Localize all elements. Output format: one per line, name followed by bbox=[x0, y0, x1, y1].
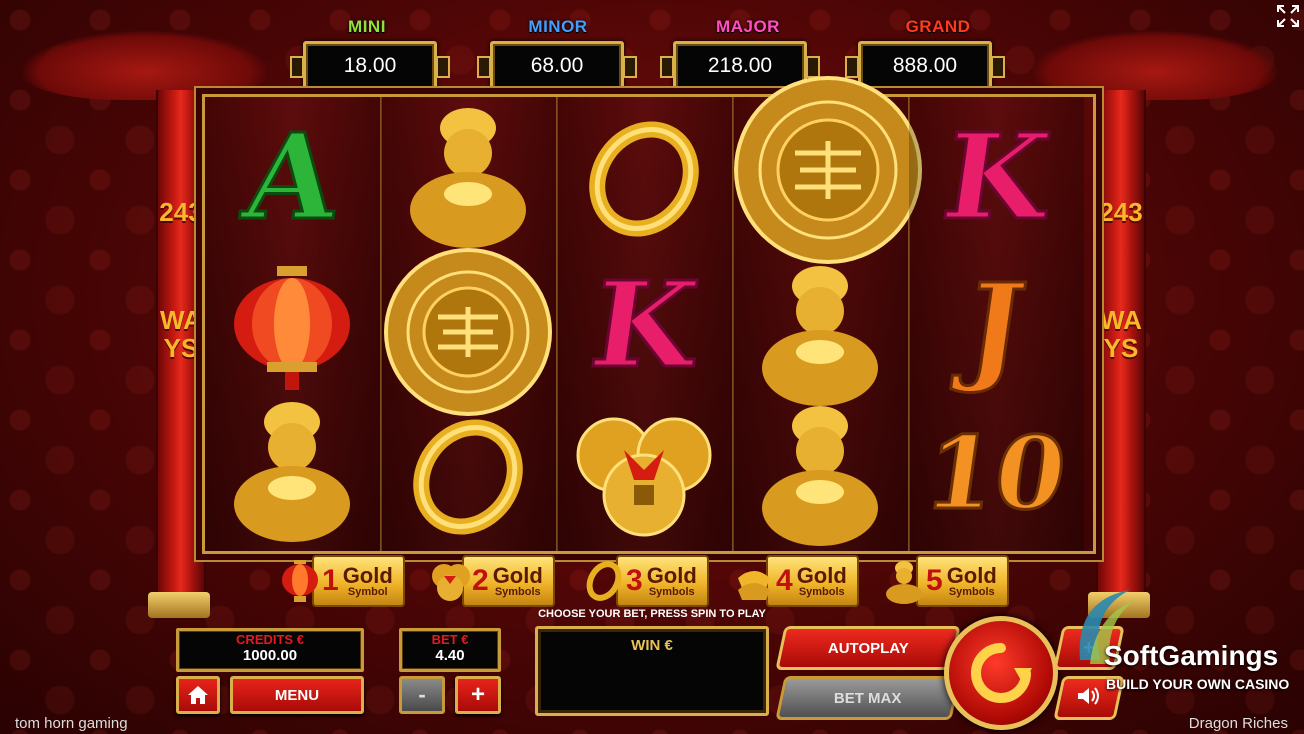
gold-ingots-icon bbox=[734, 558, 774, 604]
speaker-icon bbox=[1078, 687, 1099, 705]
jackpot-grand-label: GRAND bbox=[905, 17, 971, 36]
right-dragon-ornament bbox=[1030, 30, 1280, 100]
reel-3: K bbox=[557, 97, 734, 551]
reel-5: K J 10 bbox=[909, 97, 1084, 551]
symbol-letter-j: J bbox=[957, 256, 1035, 398]
gold-symbol-5: 5 Gold Symbols bbox=[884, 555, 1009, 607]
bet-value: 4.40 bbox=[435, 647, 465, 664]
gold-god-icon bbox=[745, 401, 895, 546]
left-pillar-base bbox=[148, 592, 210, 618]
symbol-letter-a: A bbox=[235, 106, 349, 248]
symbol-letter-k: K bbox=[582, 254, 707, 396]
credits-label: CREDITS € bbox=[236, 632, 304, 647]
softgamings-tagline: BUILD YOUR OWN CASINO bbox=[1106, 676, 1290, 692]
gold-medallion-icon bbox=[733, 75, 923, 265]
fullscreen-icon[interactable] bbox=[1276, 4, 1300, 28]
autoplay-button[interactable]: AUTOPLAY bbox=[775, 626, 961, 670]
spin-button[interactable] bbox=[944, 616, 1058, 730]
bet-increase-button[interactable]: + bbox=[455, 676, 501, 714]
game-title: Dragon Riches bbox=[1188, 715, 1288, 732]
spin-arrow-icon bbox=[971, 643, 1032, 703]
left-ways-word: WAYS bbox=[160, 305, 202, 363]
reel-4 bbox=[733, 76, 922, 551]
win-display: WIN € bbox=[535, 626, 769, 716]
bet-display: BET € 4.40 bbox=[399, 628, 501, 672]
gold-ring-icon bbox=[569, 109, 719, 249]
reel-1: A bbox=[205, 97, 382, 551]
gold-coins-icon bbox=[569, 405, 719, 545]
gold-symbol-3: 3 Gold Symbols bbox=[584, 555, 709, 607]
instructions-text: CHOOSE YOUR BET, PRESS SPIN TO PLAY bbox=[538, 608, 766, 620]
gold-god-icon bbox=[217, 397, 367, 542]
left-ways-number: 243 bbox=[159, 197, 203, 227]
gold-ring-icon bbox=[393, 407, 543, 547]
jackpot-minor-label: MINOR bbox=[528, 17, 588, 36]
symbol-letter-k: K bbox=[934, 106, 1059, 248]
credits-display: CREDITS € 1000.00 bbox=[176, 628, 364, 672]
symbol-number-10: 10 bbox=[917, 413, 1076, 534]
home-icon bbox=[188, 686, 208, 704]
jackpot-minor-value: 68.00 bbox=[477, 41, 637, 91]
jackpot-mini-label: MINI bbox=[348, 17, 386, 36]
gold-ring-icon bbox=[584, 558, 624, 604]
gold-symbol-2: 2 Gold Symbols bbox=[430, 555, 555, 607]
gold-symbol-4: 4 Gold Symbols bbox=[734, 555, 859, 607]
credits-value: 1000.00 bbox=[242, 647, 298, 664]
lantern-icon bbox=[217, 257, 367, 397]
right-ways-word: WAYS bbox=[1100, 305, 1142, 363]
softgamings-brand: SoftGamings bbox=[1104, 640, 1279, 671]
lantern-icon bbox=[280, 558, 320, 604]
reel-area: A K K J 10 bbox=[202, 76, 1096, 554]
gold-god-icon bbox=[745, 261, 895, 406]
jackpot-mini-value: 18.00 bbox=[290, 41, 450, 91]
bet-label: BET € bbox=[431, 632, 469, 647]
reel-2 bbox=[381, 97, 558, 551]
provider-name: tom horn gaming bbox=[15, 715, 128, 732]
home-button[interactable] bbox=[176, 676, 220, 714]
gold-symbol-1: 1 Gold Symbol bbox=[280, 555, 405, 607]
gold-coins-icon bbox=[430, 558, 470, 604]
jackpot-major-label: MAJOR bbox=[716, 17, 780, 36]
right-ways-number: 243 bbox=[1099, 197, 1143, 227]
bet-max-button[interactable]: BET MAX bbox=[775, 676, 961, 720]
bet-decrease-button[interactable]: - bbox=[399, 676, 445, 714]
win-label: WIN € bbox=[631, 637, 673, 654]
gold-medallion-icon bbox=[383, 247, 553, 417]
gold-god-icon bbox=[393, 103, 543, 248]
left-dragon-ornament bbox=[20, 30, 270, 100]
gold-god-icon bbox=[884, 558, 924, 604]
menu-button[interactable]: MENU bbox=[230, 676, 364, 714]
